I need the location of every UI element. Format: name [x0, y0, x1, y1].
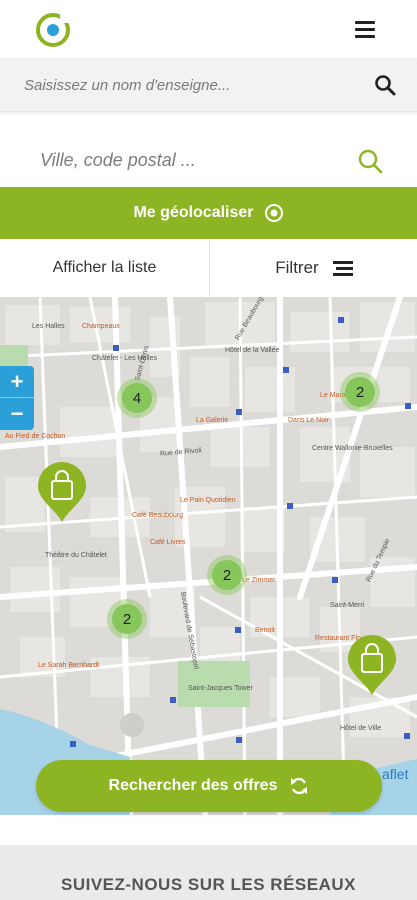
map-poi-label: Le Sarah Bernhardt	[38, 662, 100, 669]
zoom-in-button[interactable]: +	[0, 366, 34, 398]
filter-lines-icon	[332, 261, 353, 276]
app-header	[0, 0, 417, 58]
zoom-out-button[interactable]: −	[0, 398, 34, 430]
search-offers-button[interactable]: Rechercher des offres	[36, 760, 382, 812]
map-cluster[interactable]: 2	[107, 599, 147, 639]
map-place-label: Saint-Jacques Tower	[188, 685, 253, 692]
show-list-button[interactable]: Afficher la liste	[0, 240, 210, 296]
shopping-bag-icon[interactable]	[36, 462, 88, 524]
filter-button[interactable]: Filtrer	[211, 240, 417, 296]
map-poi-label: Dans Le Noir	[288, 417, 329, 424]
map-cluster-count: 2	[112, 604, 142, 634]
map-cluster[interactable]: 2	[340, 372, 380, 412]
zoom-controls: + −	[0, 366, 34, 430]
shop-search-bar	[0, 58, 417, 112]
map-poi-label: Au Pied de Cochon	[5, 433, 66, 440]
map-place-label: Théâtre du Châtelet	[45, 552, 107, 559]
map-poi-label: Café Livres	[150, 539, 186, 546]
map-cluster-count: 2	[345, 377, 375, 407]
search-icon[interactable]	[357, 148, 383, 174]
geolocate-label: Me géolocaliser	[133, 204, 254, 221]
city-search-input[interactable]	[40, 147, 340, 173]
shopping-bag-icon[interactable]	[346, 635, 398, 697]
map-attribution-link[interactable]: aflet	[382, 766, 408, 782]
hamburger-menu-icon[interactable]	[352, 18, 378, 40]
social-section-title: SUIVEZ-NOUS SUR LES RÉSEAUX	[61, 875, 356, 894]
map-poi-label: La Galerie	[196, 417, 229, 424]
shop-search-input[interactable]	[24, 72, 354, 98]
target-icon	[264, 204, 283, 222]
search-offers-label: Rechercher des offres	[108, 777, 278, 794]
map-poi-label: Le Pain Quotidien	[180, 497, 236, 504]
map-poi-label: Champeaux	[82, 323, 120, 330]
show-list-label: Afficher la liste	[52, 259, 157, 276]
map-poi-label: Café Beaubourg	[132, 512, 183, 519]
map-place-label: Saint-Merri	[330, 602, 365, 609]
locator-logo-icon[interactable]	[34, 11, 72, 49]
map-place-label: Centre Wallonie-Bruxelles	[312, 445, 393, 452]
city-search-row	[0, 135, 417, 185]
map-cluster-count: 2	[212, 560, 242, 590]
map-view[interactable]: Champeaux Les Halles Châtelet - Les Hall…	[0, 297, 417, 815]
map-place-label: Les Halles	[32, 323, 65, 330]
social-footer: SUIVEZ-NOUS SUR LES RÉSEAUX	[0, 845, 417, 900]
search-icon[interactable]	[374, 74, 396, 96]
map-place-label: Hôtel de la Vallée	[225, 347, 280, 354]
view-actions: Afficher la liste Filtrer	[0, 240, 417, 296]
filter-label: Filtrer	[275, 258, 319, 277]
map-poi-label: Le Zimmer	[242, 577, 276, 584]
geolocate-button[interactable]: Me géolocaliser	[0, 187, 417, 239]
map-cluster[interactable]: 2	[207, 555, 247, 595]
map-cluster-count: 4	[122, 383, 152, 413]
refresh-icon	[291, 777, 308, 795]
map-poi-label: Benoit	[255, 627, 275, 634]
map-place-label: Hôtel de Ville	[340, 725, 382, 732]
map-cluster[interactable]: 4	[117, 378, 157, 418]
